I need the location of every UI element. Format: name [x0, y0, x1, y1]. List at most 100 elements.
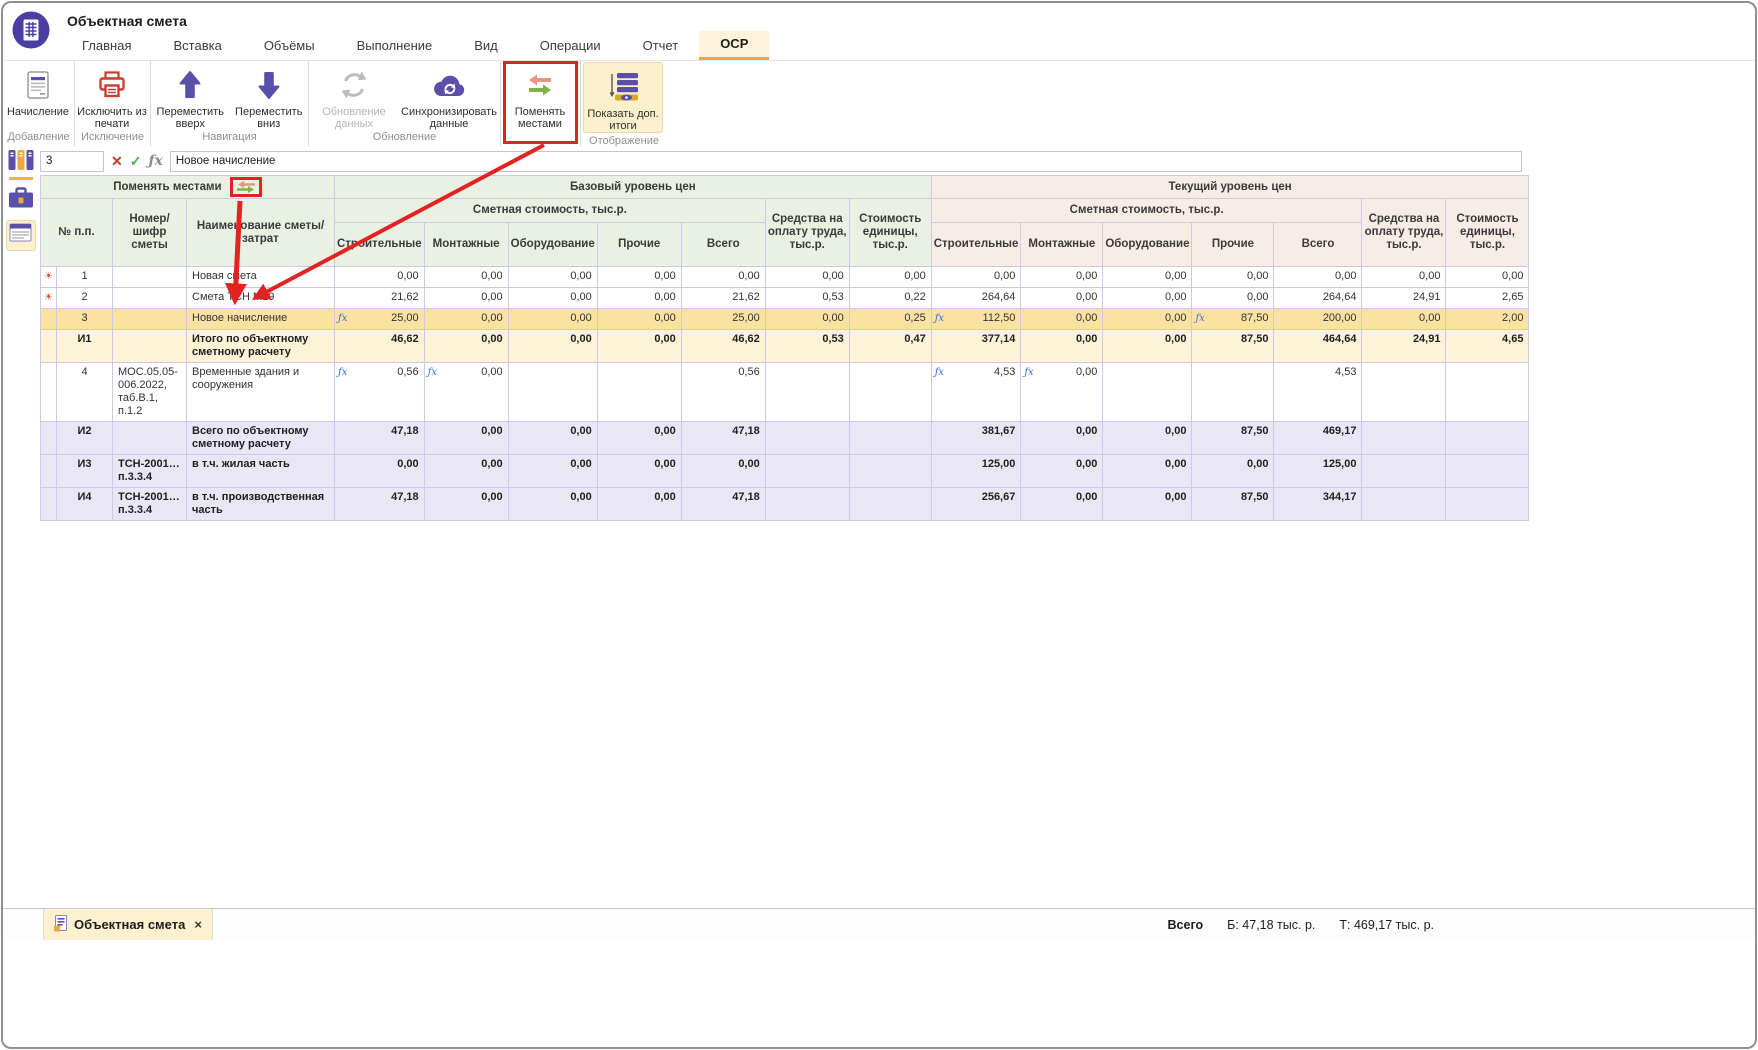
table-row[interactable]: И1 Итого по объектному сметному расчету 46…	[41, 330, 1529, 363]
row-marker-cell[interactable]	[41, 363, 57, 422]
value-cell[interactable]: 0,00	[597, 455, 681, 488]
exclude-print-button[interactable]: Исключить из печати	[75, 61, 149, 130]
value-cell[interactable]: 344,17	[1274, 488, 1362, 521]
value-cell[interactable]: 264,64	[1274, 288, 1362, 309]
value-cell[interactable]: 47,18	[681, 422, 765, 455]
table-row[interactable]: 3Новое начислениеƒx25,000,000,000,0025,0…	[41, 309, 1529, 330]
estimate-code-cell[interactable]	[113, 330, 187, 363]
value-cell[interactable]: 0,22	[849, 288, 931, 309]
value-cell[interactable]	[1103, 363, 1192, 422]
value-cell[interactable]: 0,00	[1103, 309, 1192, 330]
value-cell[interactable]: 0,00	[1103, 330, 1192, 363]
table-row[interactable]: И4ТСН-2001… п.3.3.4в т.ч. производственн…	[41, 488, 1529, 521]
value-cell[interactable]: 125,00	[1274, 455, 1362, 488]
value-cell[interactable]	[765, 422, 849, 455]
value-cell[interactable]: 0,00	[424, 309, 508, 330]
value-cell[interactable]: 0,00	[597, 309, 681, 330]
estimate-code-cell[interactable]	[113, 288, 187, 309]
menu-tab-4[interactable]: Вид	[453, 31, 519, 60]
value-cell[interactable]: 0,00	[424, 422, 508, 455]
fx-icon[interactable]: ƒx	[148, 153, 162, 169]
menu-tab-5[interactable]: Операции	[519, 31, 622, 60]
menu-tab-2[interactable]: Объёмы	[243, 31, 336, 60]
value-cell[interactable]: 25,00	[681, 309, 765, 330]
value-cell[interactable]: 0,53	[765, 288, 849, 309]
value-cell[interactable]	[597, 363, 681, 422]
value-cell[interactable]: 0,00	[597, 288, 681, 309]
value-cell[interactable]: 0,00	[1103, 267, 1192, 288]
value-cell[interactable]	[1362, 363, 1446, 422]
value-cell[interactable]: 0,00	[1103, 288, 1192, 309]
value-cell[interactable]: 0,00	[765, 309, 849, 330]
move-down-button[interactable]: Переместить вниз	[230, 61, 309, 130]
value-cell[interactable]: 0,00	[597, 422, 681, 455]
value-cell[interactable]: 0,00	[1021, 267, 1103, 288]
value-cell[interactable]: 464,64	[1274, 330, 1362, 363]
value-cell[interactable]: 87,50	[1192, 330, 1274, 363]
value-cell[interactable]: 0,00	[1021, 422, 1103, 455]
row-marker-cell[interactable]	[41, 422, 57, 455]
table-row[interactable]: ☀1Новая смета0,000,000,000,000,000,000,0…	[41, 267, 1529, 288]
value-cell[interactable]: 0,53	[765, 330, 849, 363]
value-cell[interactable]: 0,00	[681, 267, 765, 288]
value-cell[interactable]: 0,00	[931, 267, 1021, 288]
row-number-cell[interactable]: И4	[57, 488, 113, 521]
value-cell[interactable]: 0,00	[508, 488, 597, 521]
value-cell[interactable]: 24,91	[1362, 330, 1446, 363]
value-cell[interactable]: 0,00	[424, 488, 508, 521]
value-cell[interactable]	[1192, 363, 1274, 422]
estimate-name-cell[interactable]: в т.ч. производственная часть	[187, 488, 335, 521]
row-number-cell[interactable]: 1	[57, 267, 113, 288]
value-cell[interactable]: 0,00	[1446, 267, 1529, 288]
close-icon[interactable]: ×	[194, 917, 202, 932]
formula-text-input[interactable]	[170, 151, 1522, 172]
estimate-code-cell[interactable]: ТСН-2001… п.3.3.4	[113, 455, 187, 488]
value-cell[interactable]	[1446, 455, 1529, 488]
value-cell[interactable]: 125,00	[931, 455, 1021, 488]
estimate-name-cell[interactable]: Временные здания и сооружения	[187, 363, 335, 422]
sync-data-button[interactable]: Синхронизировать данные	[399, 61, 499, 130]
value-cell[interactable]: 0,00	[1021, 288, 1103, 309]
value-cell[interactable]	[765, 455, 849, 488]
estimate-name-cell[interactable]: Новое начисление	[187, 309, 335, 330]
value-cell[interactable]: 0,00	[1103, 488, 1192, 521]
value-cell[interactable]: 377,14	[931, 330, 1021, 363]
value-cell[interactable]	[849, 488, 931, 521]
value-cell[interactable]: 47,18	[681, 488, 765, 521]
value-cell[interactable]: 0,00	[1103, 455, 1192, 488]
value-cell[interactable]: 256,67	[931, 488, 1021, 521]
value-cell[interactable]	[849, 363, 931, 422]
document-tab[interactable]: Объектная смета ×	[43, 909, 213, 940]
estimate-name-cell[interactable]: в т.ч. жилая часть	[187, 455, 335, 488]
value-cell[interactable]: 469,17	[1274, 422, 1362, 455]
value-cell[interactable]: 0,47	[849, 330, 931, 363]
value-cell[interactable]	[1362, 488, 1446, 521]
value-cell[interactable]: 0,25	[849, 309, 931, 330]
value-cell[interactable]: 0,00	[1192, 288, 1274, 309]
value-cell[interactable]: 87,50	[1192, 422, 1274, 455]
estimate-code-cell[interactable]	[113, 309, 187, 330]
swap-arrows-small-icon[interactable]	[235, 180, 257, 194]
value-cell[interactable]: 0,00	[849, 267, 931, 288]
value-cell[interactable]: 47,18	[335, 422, 425, 455]
row-number-cell[interactable]: И2	[57, 422, 113, 455]
row-marker-cell[interactable]: ☀	[41, 288, 57, 309]
value-cell[interactable]: 87,50	[1192, 488, 1274, 521]
value-cell[interactable]: 0,00	[424, 288, 508, 309]
value-cell[interactable]: 47,18	[335, 488, 425, 521]
value-cell[interactable]: 0,00	[508, 455, 597, 488]
estimate-name-cell[interactable]: Итого по объектному сметному расчету	[187, 330, 335, 363]
value-cell[interactable]	[1446, 488, 1529, 521]
value-cell[interactable]: 21,62	[335, 288, 425, 309]
value-cell[interactable]	[508, 363, 597, 422]
value-cell[interactable]: 0,00	[1192, 267, 1274, 288]
value-cell[interactable]: 381,67	[931, 422, 1021, 455]
value-cell[interactable]: 0,00	[681, 455, 765, 488]
table-row[interactable]: 4МОС.05.05-006.2022, таб.В.1, п.1.2Време…	[41, 363, 1529, 422]
row-number-cell[interactable]: И1	[57, 330, 113, 363]
value-cell[interactable]: 0,00	[1362, 267, 1446, 288]
confirm-icon[interactable]: ✓	[130, 153, 142, 170]
value-cell[interactable]: 0,00	[765, 267, 849, 288]
value-cell[interactable]: ƒx0,00	[1021, 363, 1103, 422]
cancel-icon[interactable]: ✕	[111, 153, 123, 170]
